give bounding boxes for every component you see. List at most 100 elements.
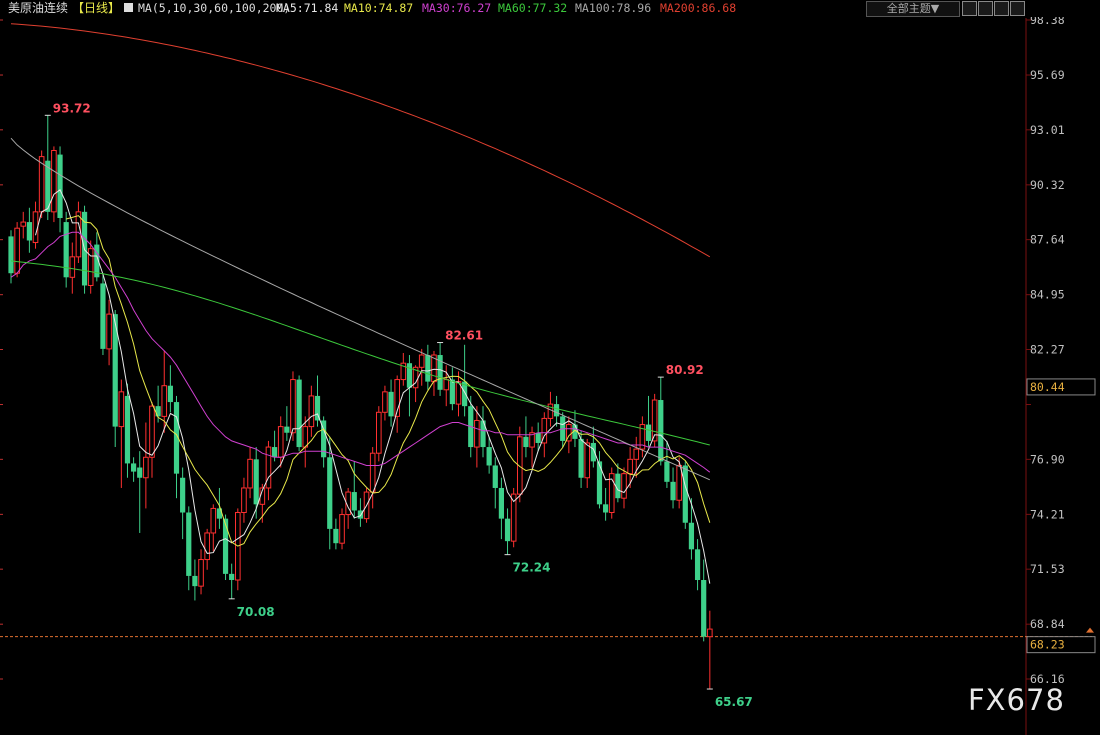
candle-body <box>357 510 364 519</box>
candle-body <box>418 354 425 368</box>
candle-body <box>425 355 431 382</box>
candle-body <box>621 473 627 499</box>
y-tick-label: 82.27 <box>1030 343 1065 357</box>
candle-body <box>504 518 511 542</box>
ma5-value: MA5:71.84 <box>276 1 339 15</box>
candle-body <box>229 573 235 581</box>
candle-body <box>186 512 192 576</box>
candle-body <box>627 458 633 475</box>
candle-body <box>498 487 504 519</box>
candle-body <box>486 447 492 466</box>
candle-body <box>192 575 198 587</box>
candle-body <box>688 522 695 550</box>
candle-body <box>253 459 259 505</box>
candle-body <box>198 559 204 587</box>
candle-body <box>382 391 388 413</box>
candle-body <box>658 400 664 462</box>
candle-body <box>247 458 253 489</box>
candle-body <box>676 464 682 501</box>
candle-body <box>106 313 112 350</box>
last-price-label: 68.23 <box>1030 638 1065 652</box>
candle-body <box>167 385 173 403</box>
chart-header: 美原油连续 【日线】 MA(5,10,30,60,100,200) MA5:71… <box>0 0 1100 17</box>
candle-body <box>296 379 302 448</box>
theme-dropdown[interactable]: 全部主题▼ <box>866 1 960 17</box>
candle-body <box>124 395 131 464</box>
ma60-value: MA60:77.32 <box>498 1 568 15</box>
extreme-label: 70.08 <box>237 605 275 619</box>
ma10-value: MA10:74.87 <box>344 1 414 15</box>
candle-body <box>143 456 149 479</box>
y-tick-label: 74.21 <box>1030 507 1065 521</box>
ma-params-label[interactable]: MA(5,10,30,60,100,200) <box>138 0 290 17</box>
y-tick-label: 84.95 <box>1030 288 1065 302</box>
candle-body <box>302 426 309 448</box>
candle-body <box>20 221 27 227</box>
settings-icon[interactable] <box>994 1 1009 16</box>
candle-body <box>707 628 713 638</box>
candle-body <box>603 504 609 513</box>
y-tick-label: 87.64 <box>1030 233 1065 247</box>
candle-body <box>547 403 554 419</box>
candle-body <box>670 481 676 501</box>
candle-body <box>155 406 161 417</box>
instrument-title[interactable]: 美原油连续 <box>8 0 68 17</box>
ma30-value: MA30:76.27 <box>422 1 492 15</box>
watermark-logo: FX678 <box>968 683 1065 717</box>
candle-body <box>57 154 63 218</box>
candle-body <box>645 424 652 441</box>
candle-body <box>388 391 394 417</box>
y-tick-label: 93.01 <box>1030 123 1065 137</box>
candle-body <box>682 465 688 523</box>
candle-body <box>406 363 413 388</box>
candle-body <box>633 448 640 460</box>
candle-body <box>308 395 315 428</box>
ma100-line <box>10 137 711 481</box>
period-label[interactable]: 【日线】 <box>72 0 120 17</box>
ma100-value: MA100:78.96 <box>575 1 652 15</box>
candle-body <box>369 452 376 493</box>
last-price-arrow-icon <box>1086 627 1094 633</box>
candle-body <box>51 149 57 213</box>
candle-body <box>535 432 541 443</box>
y-tick-label: 90.32 <box>1030 178 1065 192</box>
candle-body <box>449 379 455 405</box>
candle-body <box>26 222 32 241</box>
kline-chart: 98.3895.6993.0190.3287.6484.9582.2776.90… <box>0 13 1096 735</box>
candle-body <box>694 549 701 581</box>
candle-body <box>277 426 284 458</box>
candle-body <box>149 405 155 458</box>
candle-body <box>339 514 345 544</box>
candle-body <box>118 391 125 428</box>
candle-body <box>584 442 591 479</box>
extreme-label: 80.92 <box>666 363 704 377</box>
y-tick-label: 76.90 <box>1030 452 1065 466</box>
candle-body <box>161 385 168 417</box>
candle-body <box>701 580 707 637</box>
candle-body <box>443 379 450 391</box>
candle-body <box>474 419 480 448</box>
candle-body <box>210 507 217 534</box>
extreme-label: 65.67 <box>715 695 753 709</box>
tools-icon[interactable] <box>1010 1 1025 16</box>
list-view-icon[interactable] <box>962 1 977 16</box>
y-tick-label: 71.53 <box>1030 562 1065 576</box>
candle-body <box>271 447 278 458</box>
candle-body <box>137 467 143 478</box>
candle-body <box>492 465 498 488</box>
chart-view-icon[interactable] <box>978 1 993 16</box>
candle-body <box>69 256 76 278</box>
candle-body <box>351 492 357 511</box>
candle-body <box>327 457 333 529</box>
candle-body <box>63 222 69 278</box>
candle-body <box>180 477 186 513</box>
candle-body <box>290 379 296 434</box>
candle-body <box>241 487 247 514</box>
ma-indicator-icon <box>124 3 133 12</box>
y-tick-label: 95.69 <box>1030 68 1065 82</box>
candle-body <box>664 461 670 482</box>
candle-body <box>8 236 14 274</box>
y-tick-label: 68.84 <box>1030 617 1065 631</box>
candle-body <box>14 227 20 274</box>
candle-body <box>38 156 45 213</box>
